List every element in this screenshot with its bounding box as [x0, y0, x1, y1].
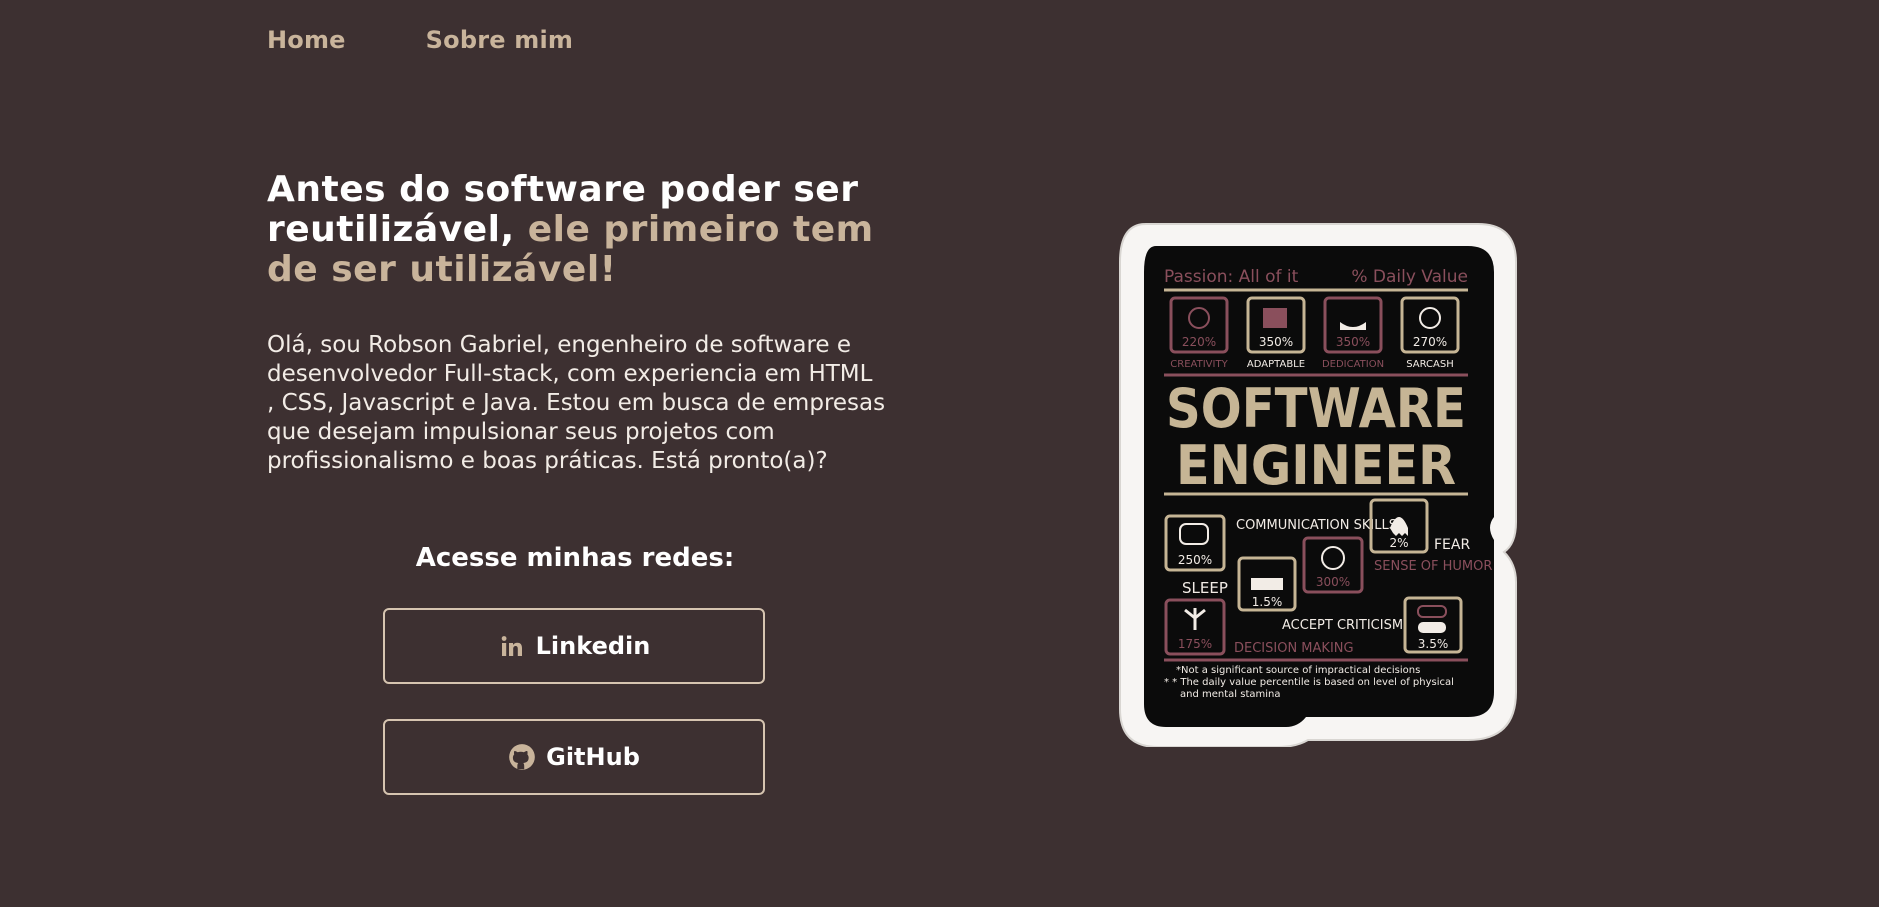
software-engineer-sticker: Passion: All of it % Daily Value 220% CR… [1119, 223, 1517, 747]
svg-text:DECISION MAKING: DECISION MAKING [1234, 641, 1354, 656]
nav-about-link[interactable]: Sobre mim [426, 26, 573, 54]
svg-text:220%: 220% [1182, 335, 1216, 349]
svg-text:ACCEPT CRITICISM: ACCEPT CRITICISM [1282, 618, 1403, 633]
sticker-footnote-3: and mental stamina [1180, 689, 1280, 700]
sticker-title-line1: SOFTWARE [1166, 377, 1466, 440]
svg-text:CREATIVITY: CREATIVITY [1170, 359, 1228, 370]
github-icon [508, 743, 536, 771]
svg-text:SARCASH: SARCASH [1406, 359, 1454, 370]
sticker-title-line2: ENGINEER [1176, 434, 1456, 497]
svg-text:350%: 350% [1336, 335, 1370, 349]
nav-home-link[interactable]: Home [267, 26, 346, 54]
github-label: GitHub [546, 743, 640, 771]
svg-text:SENSE OF HUMOR: SENSE OF HUMOR [1374, 559, 1492, 574]
svg-text:175%: 175% [1178, 637, 1212, 651]
svg-text:DEDICATION: DEDICATION [1322, 359, 1384, 370]
svg-text:350%: 350% [1259, 335, 1293, 349]
svg-text:250%: 250% [1178, 553, 1212, 567]
svg-text:300%: 300% [1316, 575, 1350, 589]
linkedin-icon [498, 632, 526, 660]
puzzle-icon [1263, 308, 1287, 328]
top-nav: Home Sobre mim [267, 26, 573, 54]
linkedin-label: Linkedin [535, 632, 651, 660]
sticker-header-right: % Daily Value [1351, 267, 1468, 287]
svg-text:270%: 270% [1413, 335, 1447, 349]
intro-paragraph: Olá, sou Robson Gabriel, engenheiro de s… [267, 332, 886, 474]
sticker-footnote-2: * * The daily value percentile is based … [1164, 677, 1454, 688]
bed-icon [1251, 578, 1283, 590]
sticker-header-left: Passion: All of it [1164, 267, 1299, 287]
svg-text:FEAR: FEAR [1434, 537, 1470, 553]
svg-text:SLEEP: SLEEP [1182, 579, 1228, 597]
svg-text:ADAPTABLE: ADAPTABLE [1247, 359, 1305, 370]
svg-text:COMMUNICATION SKILLS: COMMUNICATION SKILLS [1236, 518, 1397, 533]
svg-text:2%: 2% [1389, 536, 1408, 550]
svg-text:3.5%: 3.5% [1418, 637, 1449, 651]
hero-title: Antes do software poder ser reutilizável… [267, 170, 907, 290]
svg-text:1.5%: 1.5% [1252, 595, 1283, 609]
social-title: Acesse minhas redes: [415, 543, 735, 573]
linkedin-button[interactable]: Linkedin [383, 608, 765, 684]
sticker-footnote-1: *Not a significant source of impractical… [1176, 665, 1420, 676]
github-button[interactable]: GitHub [383, 719, 765, 795]
